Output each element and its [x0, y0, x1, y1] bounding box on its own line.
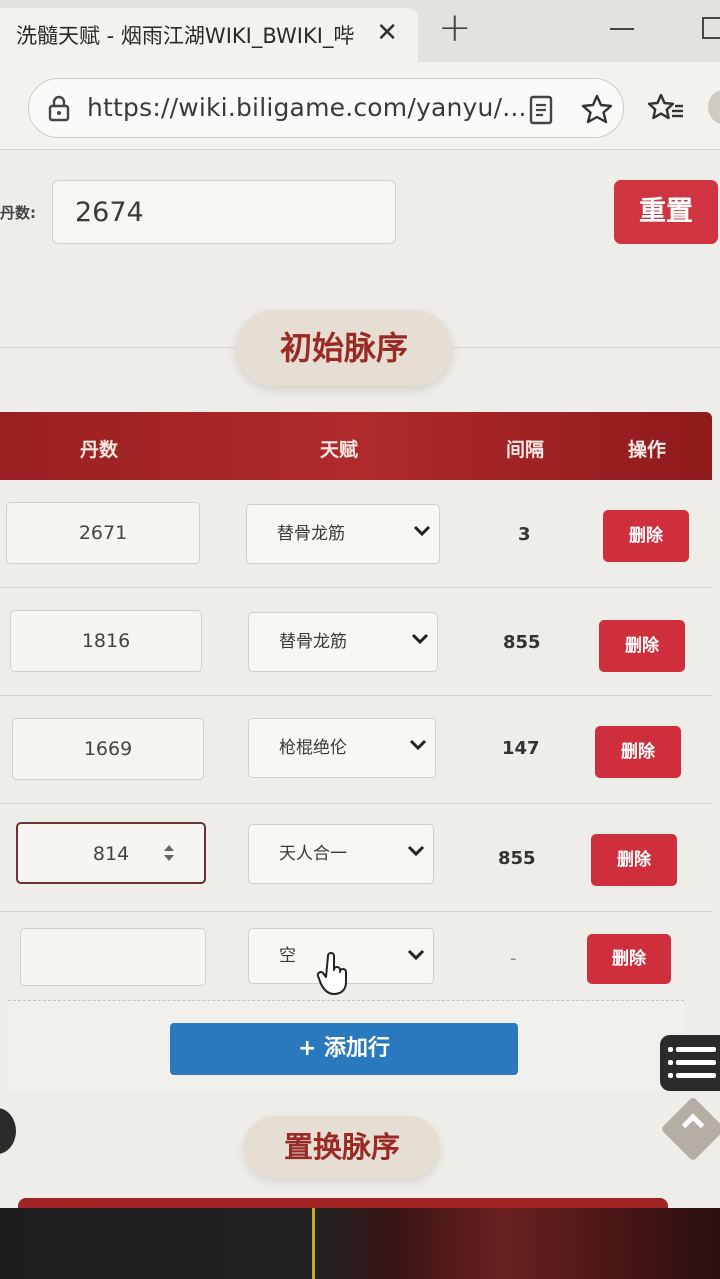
new-tab-icon[interactable]: +	[438, 8, 472, 48]
talent-select[interactable]: 天人合一	[248, 824, 434, 884]
talent-select[interactable]: 替骨龙筋	[248, 612, 438, 672]
url-field[interactable]: https://wiki.biligame.com/yanyu/...	[28, 78, 624, 138]
number-spinner-icon[interactable]	[162, 842, 176, 864]
add-row-button[interactable]: + 添加行	[170, 1023, 518, 1075]
table-header: 丹数 天赋 间隔 操作	[0, 412, 712, 480]
dan-input[interactable]: 1816	[10, 610, 202, 672]
delete-button[interactable]: 删除	[595, 726, 681, 778]
table-header	[18, 1198, 668, 1208]
table-row: 814 天人合一 855 删除	[0, 804, 712, 912]
column-header-talent: 天赋	[320, 439, 359, 461]
dan-input[interactable]: 1669	[12, 718, 204, 780]
gap-value: 3	[518, 524, 531, 545]
dan-input[interactable]: 2671	[6, 502, 200, 564]
talent-select-value: 枪棍绝伦	[279, 738, 347, 758]
chevron-down-icon	[407, 845, 425, 857]
reader-mode-icon[interactable]	[529, 95, 553, 125]
favorites-icon[interactable]	[648, 92, 684, 124]
chevron-down-icon	[407, 949, 425, 961]
delete-button[interactable]: 删除	[603, 510, 689, 562]
table-row: 1669 枪棍绝伦 147 删除	[0, 696, 712, 804]
delete-button[interactable]: 删除	[591, 834, 677, 886]
menu-icon[interactable]	[660, 1035, 720, 1091]
add-row-area: + 添加行	[8, 1000, 684, 1090]
side-panel-toggle[interactable]	[0, 1108, 16, 1154]
minimize-window-icon[interactable]	[610, 28, 634, 30]
url-text: https://wiki.biligame.com/yanyu/...	[87, 93, 527, 122]
talent-select-value: 空	[279, 946, 296, 966]
hand-cursor-icon	[316, 952, 347, 995]
browser-tab-bar: 洗髓天赋 - 烟雨江湖WIKI_BWIKI_哔 ✕ +	[0, 0, 720, 62]
delete-button[interactable]: 删除	[599, 620, 685, 672]
talent-select[interactable]: 枪棍绝伦	[248, 718, 436, 778]
address-bar: https://wiki.biligame.com/yanyu/...	[0, 62, 720, 150]
count-label: 丹数:	[0, 204, 36, 222]
bookmark-star-icon[interactable]	[581, 93, 613, 125]
count-input[interactable]: 2674	[52, 180, 396, 244]
initial-sequence-title: 初始脉序	[236, 310, 452, 386]
table-row: 2671 替骨龙筋 3 删除	[0, 480, 712, 588]
dan-input[interactable]	[20, 928, 206, 986]
column-header-gap: 间隔	[506, 439, 545, 461]
chevron-down-icon	[409, 739, 427, 751]
chevron-down-icon	[413, 525, 431, 537]
dan-input-value: 814	[92, 843, 130, 865]
delete-button[interactable]: 删除	[587, 934, 671, 984]
back-to-top-icon[interactable]	[660, 1096, 720, 1162]
dan-input[interactable]: 814	[16, 822, 206, 884]
chevron-down-icon	[411, 633, 429, 645]
talent-select-value: 替骨龙筋	[277, 524, 345, 544]
close-tab-icon[interactable]: ✕	[376, 20, 398, 46]
gap-value: -	[510, 948, 517, 969]
gap-value: 147	[502, 738, 540, 759]
browser-tab[interactable]: 洗髓天赋 - 烟雨江湖WIKI_BWIKI_哔 ✕	[0, 8, 418, 62]
talent-select[interactable]: 替骨龙筋	[246, 504, 440, 564]
lock-icon	[48, 95, 70, 122]
gap-value: 855	[503, 632, 541, 653]
gap-value: 855	[498, 848, 536, 869]
tab-title: 洗髓天赋 - 烟雨江湖WIKI_BWIKI_哔	[16, 24, 355, 48]
talent-select-value: 天人合一	[279, 844, 347, 864]
column-header-action: 操作	[628, 439, 667, 461]
column-header-dan: 丹数	[80, 439, 119, 461]
talent-select-value: 替骨龙筋	[279, 632, 347, 652]
reset-button[interactable]: 重置	[614, 180, 718, 244]
table-row: 1816 替骨龙筋 855 删除	[0, 588, 712, 696]
replace-sequence-title: 置换脉序	[244, 1116, 440, 1178]
wiki-page: 丹数: 2674 重置 初始脉序 丹数 天赋 间隔 操作 2671 替骨龙筋 3…	[0, 150, 720, 1208]
background-image-strip	[0, 1208, 720, 1279]
maximize-window-icon[interactable]	[702, 17, 720, 39]
